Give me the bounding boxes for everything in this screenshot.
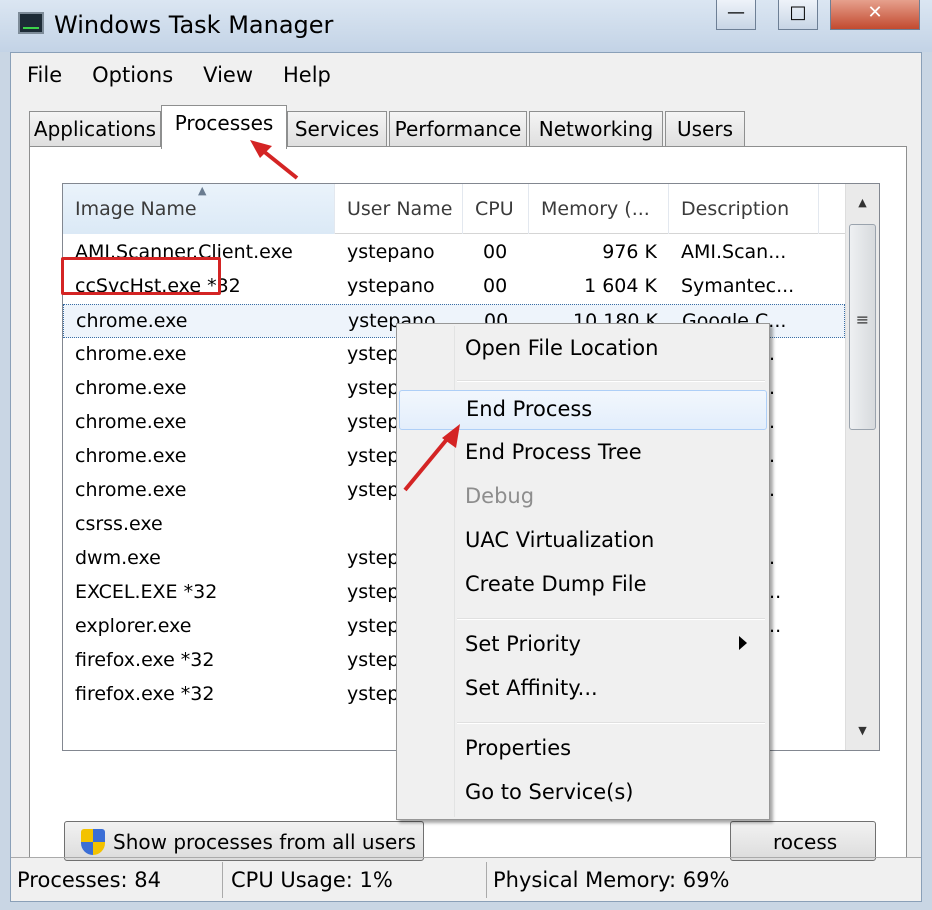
menu-item-set-affinity[interactable]: Set Affinity... <box>399 670 767 710</box>
image-name-cell: chrome.exe <box>75 445 187 467</box>
user-name-cell: ystepano <box>347 241 435 263</box>
user-name-cell: ystep <box>347 445 400 467</box>
image-name-cell: csrss.exe <box>75 513 163 535</box>
user-name-cell: ystep <box>347 581 400 603</box>
image-name-cell: dwm.exe <box>75 547 161 569</box>
column-description[interactable]: Description <box>669 184 819 234</box>
task-manager-icon <box>18 12 44 34</box>
end-process-button[interactable]: rocess <box>730 821 876 861</box>
menu-item-properties[interactable]: Properties <box>399 730 767 770</box>
tab-processes[interactable]: Processes <box>161 105 287 149</box>
user-name-cell: ystep <box>347 479 400 501</box>
tab-performance[interactable]: Performance <box>389 111 527 147</box>
uac-shield-icon <box>81 829 105 855</box>
tab-networking[interactable]: Networking <box>529 111 663 147</box>
annotation-highlight-box <box>61 257 221 295</box>
menu-item-set-priority[interactable]: Set Priority <box>399 626 767 666</box>
image-name-cell: chrome.exe <box>75 411 187 433</box>
column-memory[interactable]: Memory (... <box>529 184 669 234</box>
maximize-button[interactable]: □ <box>778 0 818 30</box>
user-name-cell: ystep <box>347 615 400 637</box>
scroll-up-icon[interactable]: ▲ <box>846 196 879 209</box>
sort-up-icon: ▲ <box>198 184 207 197</box>
menu-item-open-file-location[interactable]: Open File Location <box>399 330 767 370</box>
menu-view[interactable]: View <box>187 59 267 93</box>
image-name-cell: explorer.exe <box>75 615 192 637</box>
minimize-button[interactable]: — <box>716 0 756 30</box>
image-name-cell: EXCEL.EXE *32 <box>75 581 218 603</box>
menu-item-uac-virtualization[interactable]: UAC Virtualization <box>399 522 767 562</box>
menu-file[interactable]: File <box>11 59 76 93</box>
submenu-arrow-icon <box>739 636 747 650</box>
user-name-cell: ystep <box>347 683 400 705</box>
tab-applications[interactable]: Applications <box>29 111 161 147</box>
image-name-cell: chrome.exe <box>75 377 187 399</box>
menu-separator <box>457 722 765 724</box>
user-name-cell: ystep <box>347 377 400 399</box>
grip-icon: ≡ <box>855 310 870 329</box>
menu-item-end-process[interactable]: End Process <box>399 390 767 430</box>
column-image-name[interactable]: ▲ Image Name <box>63 184 335 234</box>
context-menu: Open File Location End Process End Proce… <box>396 323 770 820</box>
title-bar: Windows Task Manager — □ ✕ <box>0 0 932 52</box>
user-name-cell: ystep <box>347 649 400 671</box>
tab-users[interactable]: Users <box>665 111 745 147</box>
list-header: ▲ Image Name User Name CPU Memory (... De… <box>63 184 845 234</box>
image-name-cell: firefox.exe *32 <box>75 683 215 705</box>
close-button[interactable]: ✕ <box>830 0 920 30</box>
cpu-cell: 00 <box>483 275 508 297</box>
show-all-users-label: Show processes from all users <box>113 830 416 854</box>
description-cell: Symantec... <box>681 275 795 297</box>
user-name-cell: ystep <box>347 343 400 365</box>
menu-separator <box>457 380 765 382</box>
menu-help[interactable]: Help <box>267 59 345 93</box>
column-cpu[interactable]: CPU <box>463 184 529 234</box>
show-all-users-button[interactable]: Show processes from all users <box>64 821 424 861</box>
status-memory: Physical Memory: 69% <box>493 868 730 892</box>
cpu-cell: 00 <box>483 241 508 263</box>
status-processes: Processes: 84 <box>11 862 223 898</box>
user-name-cell: ystep <box>347 411 400 433</box>
menu-options[interactable]: Options <box>76 59 187 93</box>
menu-separator <box>457 618 765 620</box>
user-name-cell: ystepano <box>347 275 435 297</box>
tab-services[interactable]: Services <box>287 111 387 147</box>
memory-cell: 976 K <box>602 241 657 263</box>
memory-cell: 1 604 K <box>584 275 657 297</box>
vertical-scrollbar[interactable]: ▲ ≡ ▼ <box>845 184 879 750</box>
menu-bar: File Options View Help <box>11 59 345 93</box>
image-name-cell: chrome.exe <box>75 479 187 501</box>
menu-item-end-process-tree[interactable]: End Process Tree <box>399 434 767 474</box>
window-title: Windows Task Manager <box>54 11 334 39</box>
image-name-cell: firefox.exe *32 <box>75 649 215 671</box>
user-name-cell: ystep <box>347 547 400 569</box>
scroll-down-icon[interactable]: ▼ <box>846 724 879 737</box>
menu-item-debug: Debug <box>465 484 535 508</box>
menu-item-go-to-services[interactable]: Go to Service(s) <box>399 774 767 814</box>
column-user-name[interactable]: User Name <box>335 184 463 234</box>
image-name-cell: chrome.exe <box>75 343 187 365</box>
menu-item-create-dump-file[interactable]: Create Dump File <box>399 566 767 606</box>
status-bar: Processes: 84 CPU Usage: 1% Physical Mem… <box>11 857 921 901</box>
status-cpu: CPU Usage: 1% <box>225 862 487 898</box>
image-name-cell: chrome.exe <box>76 310 188 332</box>
description-cell: AMI.Scan... <box>681 241 787 263</box>
